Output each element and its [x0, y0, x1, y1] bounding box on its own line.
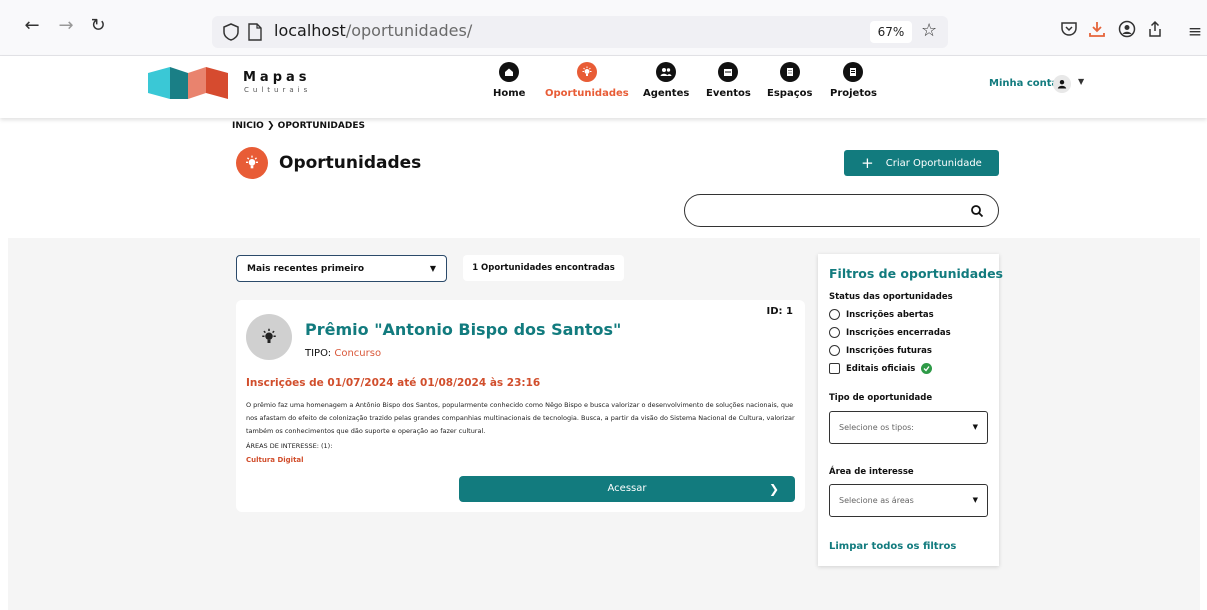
- user-icon[interactable]: [1053, 75, 1071, 93]
- zoom-level[interactable]: 67%: [870, 21, 912, 43]
- breadcrumb-home[interactable]: INICIO: [232, 121, 264, 131]
- home-icon: [499, 62, 520, 82]
- clear-filters-link[interactable]: Limpar todos os filtros: [829, 541, 956, 552]
- breadcrumb-current: OPORTUNIDADES: [277, 121, 365, 131]
- search-icon[interactable]: [970, 204, 984, 218]
- card-areas-label: ÁREAS DE INTERESSE: (1):: [246, 442, 333, 450]
- logo-icon[interactable]: [148, 67, 228, 99]
- chevron-down-icon: ▼: [429, 264, 436, 273]
- bulb-icon: [236, 147, 268, 179]
- share-icon[interactable]: [1143, 20, 1167, 44]
- opportunity-card: Prêmio "Antonio Bispo dos Santos" TIPO: …: [236, 300, 805, 512]
- reload-icon[interactable]: ↻: [86, 14, 110, 38]
- card-id: ID: 1: [766, 306, 793, 317]
- status-label: Status das oportunidades: [829, 292, 953, 302]
- site-header: Mapas Culturais Home Oportunidades Agent…: [0, 56, 1207, 118]
- menu-icon[interactable]: ≡: [1183, 20, 1207, 44]
- access-button[interactable]: Acessar ❯: [459, 476, 795, 502]
- area-select[interactable]: Selecione as áreas ▼: [829, 484, 988, 517]
- status-open-option[interactable]: Inscrições abertas: [829, 309, 934, 320]
- radio-button[interactable]: [829, 345, 840, 356]
- card-title[interactable]: Prêmio "Antonio Bispo dos Santos": [305, 320, 621, 339]
- search-input[interactable]: [684, 194, 999, 227]
- radio-button[interactable]: [829, 309, 840, 320]
- logo-subtitle: Culturais: [244, 86, 312, 94]
- bulb-icon: [576, 62, 597, 82]
- status-closed-option[interactable]: Inscrições encerradas: [829, 327, 951, 338]
- page-icon: [248, 23, 262, 41]
- nav-espacos[interactable]: Espaços: [767, 62, 812, 99]
- building-icon: [779, 62, 800, 82]
- radio-button[interactable]: [829, 327, 840, 338]
- nav-agentes[interactable]: Agentes: [643, 62, 689, 99]
- account-link[interactable]: Minha conta: [989, 78, 1058, 89]
- breadcrumb-separator-icon: ❯: [266, 121, 278, 131]
- shield-icon: [223, 23, 239, 41]
- nav-eventos[interactable]: Eventos: [706, 62, 751, 99]
- results-count: 1 Oportunidades encontradas: [463, 255, 624, 281]
- chevron-down-icon: ▼: [972, 423, 978, 431]
- pocket-icon[interactable]: [1057, 20, 1081, 44]
- agents-icon: [656, 62, 677, 82]
- status-future-option[interactable]: Inscrições futuras: [829, 345, 932, 356]
- nav-projetos[interactable]: Projetos: [830, 62, 877, 99]
- nav-oportunidades[interactable]: Oportunidades: [545, 62, 629, 99]
- sort-select[interactable]: Mais recentes primeiro ▼: [236, 255, 447, 282]
- type-label: Tipo de oportunidade: [829, 393, 933, 403]
- create-opportunity-button[interactable]: + Criar Oportunidade: [844, 150, 999, 176]
- card-description: O prêmio faz uma homenagem a Antônio Bis…: [246, 401, 795, 435]
- back-icon[interactable]: ←: [20, 14, 44, 38]
- logo-title: Mapas: [243, 70, 311, 85]
- page-title: Oportunidades: [279, 153, 422, 173]
- plus-icon: +: [861, 154, 874, 172]
- chevron-down-icon: ▼: [972, 496, 978, 504]
- checkbox[interactable]: [829, 363, 840, 374]
- card-dates: Inscrições de 01/07/2024 até 01/08/2024 …: [246, 377, 541, 389]
- card-area-tag: Cultura Digital: [246, 456, 304, 464]
- url-text: localhost/oportunidades/: [274, 21, 473, 40]
- card-type: TIPO: Concurso: [305, 348, 382, 359]
- type-select[interactable]: Selecione os tipos: ▼: [829, 411, 988, 444]
- filters-panel: Filtros de oportunidades Status das opor…: [818, 254, 1003, 566]
- area-label: Área de interesse: [829, 467, 914, 477]
- chevron-down-icon[interactable]: ▼: [1078, 77, 1084, 86]
- nav-home[interactable]: Home: [493, 62, 525, 99]
- calendar-icon: [718, 62, 739, 82]
- browser-toolbar: ← → ↻ localhost/oportunidades/ 67% ☆ ≡: [0, 0, 1207, 56]
- verified-check-icon: [921, 363, 933, 374]
- forward-icon[interactable]: →: [54, 14, 78, 38]
- document-icon: [843, 62, 864, 82]
- address-bar[interactable]: localhost/oportunidades/ 67% ☆: [212, 16, 948, 48]
- bookmark-star-icon[interactable]: ☆: [921, 20, 937, 41]
- official-option[interactable]: Editais oficiais: [829, 363, 933, 374]
- bulb-icon: [246, 314, 292, 360]
- breadcrumb: INICIO ❯ OPORTUNIDADES: [232, 121, 365, 131]
- chevron-right-icon: ❯: [768, 482, 779, 496]
- account-circle-icon[interactable]: [1115, 20, 1139, 44]
- download-icon[interactable]: [1085, 20, 1109, 44]
- filters-title: Filtros de oportunidades: [829, 266, 1003, 281]
